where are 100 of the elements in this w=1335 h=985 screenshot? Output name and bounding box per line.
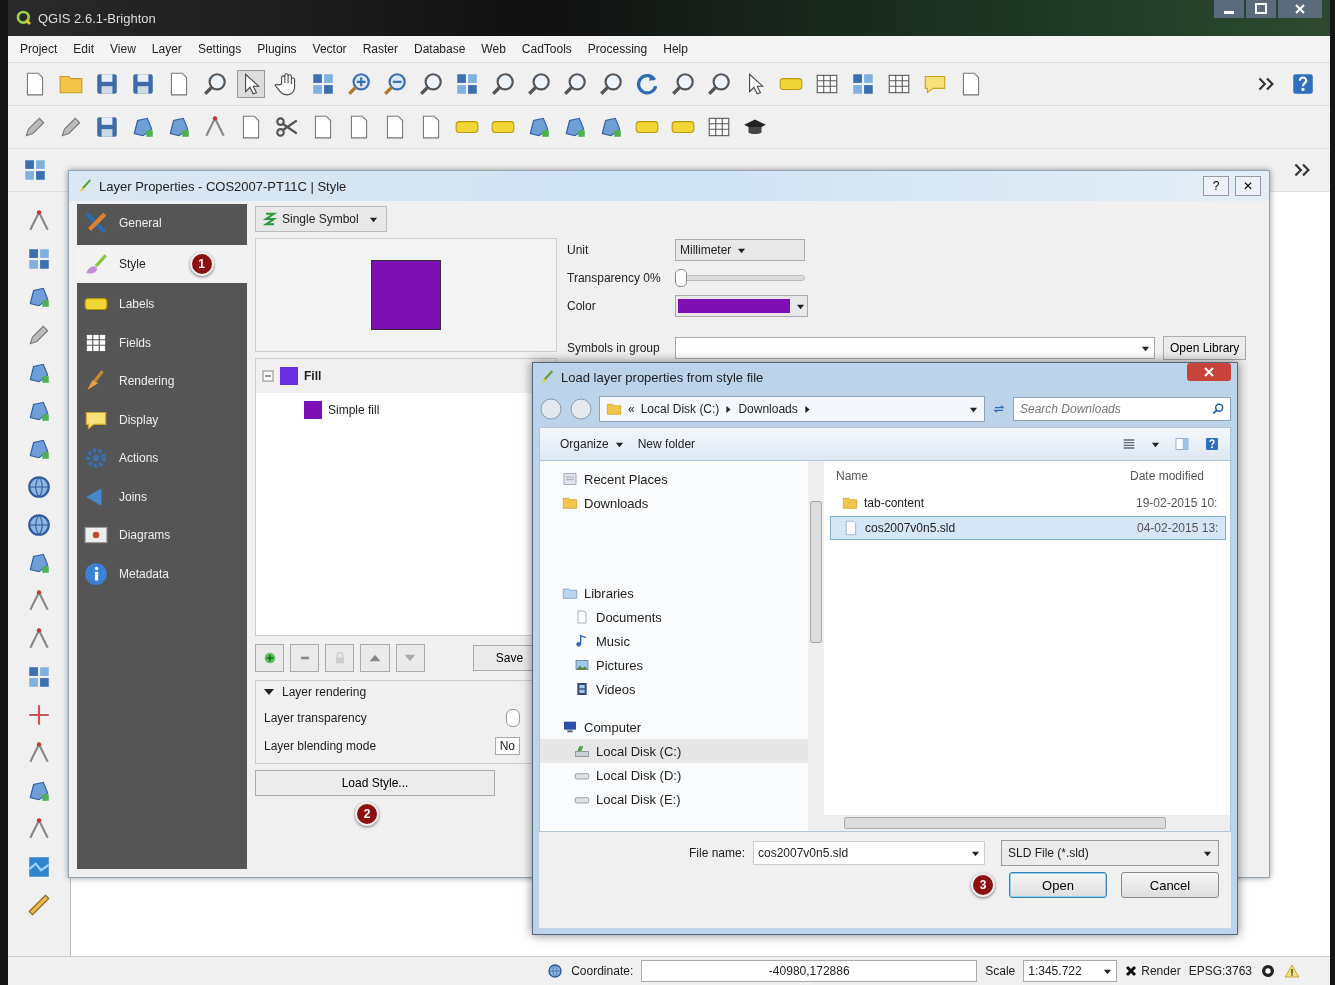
menu-item[interactable]: Processing	[587, 42, 648, 56]
render-checkbox[interactable]	[1125, 965, 1138, 977]
breadcrumb-arrow-icon[interactable]	[803, 405, 811, 413]
sidebar-item[interactable]: Labels	[77, 285, 247, 324]
navigation-item[interactable]: Local Disk (C:)	[540, 739, 808, 763]
menu-item[interactable]: Edit	[73, 42, 95, 56]
scrollbar[interactable]	[808, 461, 824, 831]
globe-icon[interactable]	[26, 512, 52, 538]
ruler-icon[interactable]	[26, 892, 52, 918]
blending-mode-dropdown[interactable]: No	[494, 737, 520, 755]
file-row[interactable]: cos2007v0n5.sld 04-02-2015 13:	[830, 516, 1226, 540]
add-button[interactable]	[255, 644, 285, 672]
scrollbar[interactable]	[824, 815, 1230, 831]
menu-item[interactable]: Plugins	[257, 42, 297, 56]
breadcrumb[interactable]: Local Disk (C:)	[640, 402, 720, 416]
transparency-slider-handle[interactable]	[506, 709, 520, 727]
sidebar-item[interactable]: Diagrams	[77, 516, 247, 555]
scissors-icon[interactable]	[274, 114, 300, 140]
grid-icon[interactable]	[26, 246, 52, 272]
menu-item[interactable]: CadTools	[521, 42, 572, 56]
renderer-dropdown[interactable]: Single Symbol	[255, 206, 387, 232]
cursor-icon[interactable]	[238, 71, 264, 97]
help-icon[interactable]	[1204, 436, 1220, 452]
transparency-slider[interactable]	[675, 269, 805, 287]
menu-item[interactable]: Web	[481, 42, 506, 56]
zoom-out-icon[interactable]	[382, 71, 408, 97]
sidebar-item[interactable]: General	[77, 204, 247, 243]
load-style-button[interactable]: Load Style...	[255, 770, 495, 796]
file-name-field[interactable]: cos2007v0n5.sld	[753, 841, 985, 865]
menu-item[interactable]: Raster	[362, 42, 398, 56]
globe-icon[interactable]	[26, 474, 52, 500]
warning-icon[interactable]	[1284, 963, 1300, 979]
search-field[interactable]: Search Downloads	[1013, 397, 1231, 421]
menu-item[interactable]: View	[110, 42, 136, 56]
magnifier-icon[interactable]	[670, 71, 696, 97]
navigation-item[interactable]: Computer	[540, 715, 808, 739]
grid-icon[interactable]	[310, 71, 336, 97]
command-button[interactable]: Organize	[560, 437, 624, 451]
magnifier-icon[interactable]	[706, 71, 732, 97]
sidebar-item[interactable]: Fields	[77, 323, 247, 362]
menu-item[interactable]: Help	[663, 42, 688, 56]
magnifier-icon[interactable]	[202, 71, 228, 97]
sidebar-item[interactable]: Joins	[77, 477, 247, 516]
column-header[interactable]: Date modified	[1130, 469, 1230, 483]
menu-item[interactable]: Database	[413, 42, 466, 56]
move-up-button[interactable]	[360, 644, 390, 672]
breadcrumb-arrow-icon[interactable]	[725, 405, 733, 413]
unit-dropdown[interactable]: Millimeter	[675, 239, 805, 261]
menu-item[interactable]: Settings	[197, 42, 242, 56]
navigation-item[interactable]: Downloads	[540, 491, 808, 515]
crs-label[interactable]: EPSG:3763	[1188, 964, 1252, 978]
crosshair-icon[interactable]	[26, 702, 52, 728]
close-icon[interactable]	[1187, 363, 1231, 381]
grid-icon[interactable]	[454, 71, 480, 97]
expand-arrow-icon[interactable]	[264, 687, 274, 697]
map-icon[interactable]	[26, 854, 52, 880]
sidebar-item[interactable]: Rendering	[77, 362, 247, 401]
magnifier-icon[interactable]	[490, 71, 516, 97]
compass-icon[interactable]	[1260, 963, 1276, 979]
cancel-button[interactable]: Cancel	[1121, 872, 1219, 898]
title-bar-button[interactable]: ?	[1203, 176, 1229, 196]
maximize-icon[interactable]	[1246, 0, 1276, 18]
grid-icon[interactable]	[26, 664, 52, 690]
magnifier-icon[interactable]	[598, 71, 624, 97]
menu-item[interactable]: Vector	[312, 42, 347, 56]
coordinate-field[interactable]: -40980,172886	[641, 960, 978, 982]
sidebar-item[interactable]: Display	[77, 400, 247, 439]
grid-icon[interactable]	[850, 71, 876, 97]
zoom-in-icon[interactable]	[346, 71, 372, 97]
command-button[interactable]: New folder	[637, 437, 696, 451]
tree-item[interactable]: Fill	[304, 369, 322, 383]
open-button[interactable]: Open	[1009, 872, 1107, 898]
collapse-toggle[interactable]	[262, 370, 274, 382]
color-button[interactable]	[675, 295, 808, 317]
open-library-button[interactable]: Open Library	[1163, 336, 1247, 360]
close-icon[interactable]	[1278, 0, 1322, 18]
navigation-item[interactable]: Videos	[540, 677, 808, 701]
navigation-item[interactable]: Libraries	[540, 581, 808, 605]
breadcrumb[interactable]: Downloads	[738, 402, 798, 416]
sidebar-item[interactable]: Actions	[77, 439, 247, 478]
address-bar[interactable]: « Local Disk (C:) Downloads	[599, 396, 985, 422]
menu-item[interactable]: Layer	[151, 42, 182, 56]
minimize-icon[interactable]	[1214, 0, 1244, 18]
breadcrumb-overflow[interactable]: «	[628, 402, 635, 416]
magnifier-icon[interactable]	[562, 71, 588, 97]
navigation-item[interactable]: Local Disk (D:)	[540, 763, 808, 787]
globe-icon[interactable]	[547, 963, 564, 979]
scale-dropdown[interactable]: 1:345.722	[1023, 960, 1118, 982]
magnifier-icon[interactable]	[526, 71, 552, 97]
view-list-icon[interactable]	[1121, 436, 1137, 452]
navigation-item[interactable]: Recent Places	[540, 467, 808, 491]
navigation-item[interactable]: Local Disk (E:)	[540, 787, 808, 811]
grid-icon[interactable]	[22, 157, 48, 183]
sidebar-item[interactable]: Style 1	[77, 244, 247, 283]
title-bar-button[interactable]: ✕	[1235, 176, 1261, 196]
tree-item[interactable]: Simple fill	[328, 403, 380, 417]
refresh-icon[interactable]	[634, 71, 660, 97]
file-row[interactable]: tab-content 19-02-2015 10:	[830, 492, 1226, 514]
navigation-item[interactable]: Documents	[540, 605, 808, 629]
column-header[interactable]: Name	[836, 469, 1130, 483]
